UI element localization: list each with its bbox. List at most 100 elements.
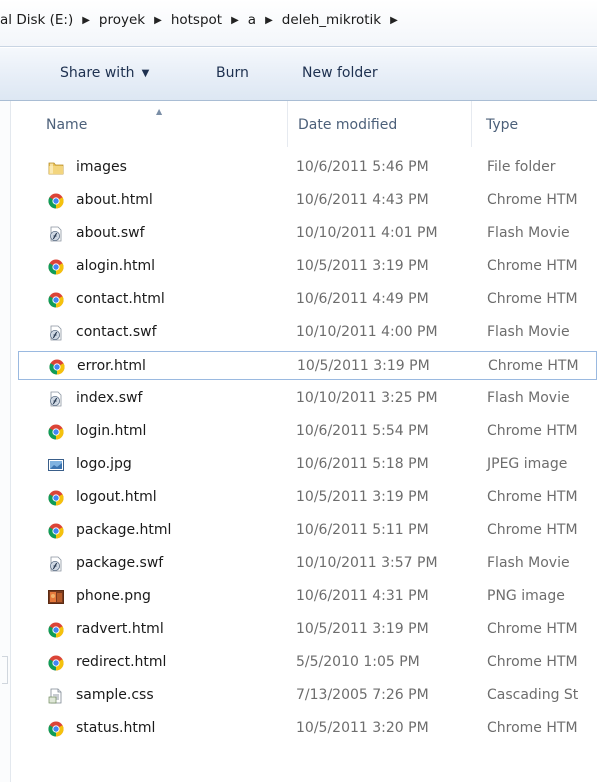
breadcrumb-arrow-icon[interactable]: ▶ — [82, 15, 90, 26]
breadcrumb-item-hotspot[interactable]: hotspot — [171, 12, 222, 28]
flash-icon — [48, 391, 64, 407]
file-type: Chrome HTM — [487, 423, 578, 439]
file-type: Flash Movie — [487, 555, 570, 571]
file-row-index-swf[interactable]: index.swf 10/10/2011 3:25 PM Flash Movie — [18, 384, 597, 413]
breadcrumb-item-drive[interactable]: al Disk (E:) — [0, 12, 73, 28]
address-bar[interactable]: al Disk (E:) ▶ proyek ▶ hotspot ▶ a ▶ deleh_mikr… — [0, 0, 597, 47]
file-name: about.swf — [76, 225, 145, 241]
file-row-sample-css[interactable]: sample.css 7/13/2005 7:26 PM Cascading St — [18, 681, 597, 710]
file-date-modified: 10/10/2011 4:01 PM — [296, 225, 438, 241]
column-header-name-label: Name — [46, 117, 88, 133]
breadcrumb-item-deleh-mikrotik[interactable]: deleh_mikrotik — [282, 12, 381, 28]
chrome-icon — [48, 424, 64, 440]
file-row-redirect-html[interactable]: redirect.html 5/5/2010 1:05 PM Chrome HTM — [18, 648, 597, 677]
file-date-modified: 10/5/2011 3:19 PM — [296, 621, 429, 637]
file-row-login-html[interactable]: login.html 10/6/2011 5:54 PM Chrome HTM — [18, 417, 597, 446]
file-name: alogin.html — [76, 258, 156, 274]
share-with-button[interactable]: Share with ▼ — [60, 65, 149, 81]
file-row-phone-png[interactable]: phone.png 10/6/2011 4:31 PM PNG image — [18, 582, 597, 611]
file-row-images[interactable]: images 10/6/2011 5:46 PM File folder — [18, 153, 597, 182]
flash-icon — [48, 556, 64, 572]
file-date-modified: 10/6/2011 5:11 PM — [296, 522, 429, 538]
file-row-radvert-html[interactable]: radvert.html 10/5/2011 3:19 PM Chrome HTM — [18, 615, 597, 644]
pane-splitter[interactable] — [2, 656, 8, 684]
file-name: redirect.html — [76, 654, 167, 670]
navigation-pane-edge[interactable] — [0, 101, 11, 782]
file-type: PNG image — [487, 588, 565, 604]
file-row-alogin-html[interactable]: alogin.html 10/5/2011 3:19 PM Chrome HTM — [18, 252, 597, 281]
file-name: phone.png — [76, 588, 151, 604]
breadcrumb-arrow-icon[interactable]: ▶ — [390, 15, 398, 26]
chrome-icon — [48, 523, 64, 539]
chrome-icon — [48, 193, 64, 209]
file-date-modified: 10/6/2011 5:46 PM — [296, 159, 429, 175]
column-header-type[interactable]: Type — [472, 101, 597, 147]
column-header-date-label: Date modified — [298, 117, 398, 133]
file-name: contact.html — [76, 291, 165, 307]
chrome-icon — [48, 292, 64, 308]
file-row-package-html[interactable]: package.html 10/6/2011 5:11 PM Chrome HTM — [18, 516, 597, 545]
breadcrumb: al Disk (E:) ▶ proyek ▶ hotspot ▶ a ▶ deleh_mikr… — [0, 12, 407, 28]
file-type: Chrome HTM — [487, 489, 578, 505]
share-with-label: Share with — [60, 65, 135, 81]
column-header-date-modified[interactable]: Date modified — [288, 101, 472, 147]
burn-button[interactable]: Burn — [216, 65, 249, 81]
file-row-about-swf[interactable]: about.swf 10/10/2011 4:01 PM Flash Movie — [18, 219, 597, 248]
file-date-modified: 10/6/2011 4:43 PM — [296, 192, 429, 208]
breadcrumb-arrow-icon[interactable]: ▶ — [154, 15, 162, 26]
flash-icon — [48, 226, 64, 242]
flash-icon — [48, 325, 64, 341]
breadcrumb-item-a[interactable]: a — [248, 12, 256, 28]
file-type: Chrome HTM — [487, 621, 578, 637]
file-date-modified: 10/10/2011 4:00 PM — [296, 324, 438, 340]
file-type: Flash Movie — [487, 324, 570, 340]
file-row-logout-html[interactable]: logout.html 10/5/2011 3:19 PM Chrome HTM — [18, 483, 597, 512]
file-type: Flash Movie — [487, 225, 570, 241]
file-type: Cascading St — [487, 687, 579, 703]
column-header-name[interactable]: ▲ Name — [10, 101, 288, 147]
file-name: status.html — [76, 720, 156, 736]
file-row-contact-html[interactable]: contact.html 10/6/2011 4:49 PM Chrome HTM — [18, 285, 597, 314]
file-type: Chrome HTM — [488, 358, 579, 374]
file-row-logo-jpg[interactable]: logo.jpg 10/6/2011 5:18 PM JPEG image — [18, 450, 597, 479]
folder-icon — [48, 160, 64, 176]
file-date-modified: 7/13/2005 7:26 PM — [296, 687, 429, 703]
file-row-contact-swf[interactable]: contact.swf 10/10/2011 4:00 PM Flash Movie — [18, 318, 597, 347]
breadcrumb-item-proyek[interactable]: proyek — [99, 12, 145, 28]
chrome-icon — [48, 490, 64, 506]
file-date-modified: 10/6/2011 4:49 PM — [296, 291, 429, 307]
file-type: Flash Movie — [487, 390, 570, 406]
breadcrumb-arrow-icon[interactable]: ▶ — [231, 15, 239, 26]
file-type: JPEG image — [487, 456, 568, 472]
file-date-modified: 10/6/2011 5:54 PM — [296, 423, 429, 439]
file-row-about-html[interactable]: about.html 10/6/2011 4:43 PM Chrome HTM — [18, 186, 597, 215]
file-name: login.html — [76, 423, 147, 439]
file-row-status-html[interactable]: status.html 10/5/2011 3:20 PM Chrome HTM — [18, 714, 597, 743]
column-header-type-label: Type — [486, 117, 519, 133]
file-name: error.html — [77, 358, 146, 374]
file-date-modified: 10/5/2011 3:19 PM — [296, 258, 429, 274]
png-image-icon — [48, 589, 64, 605]
file-name: logo.jpg — [76, 456, 132, 472]
file-type: File folder — [487, 159, 556, 175]
breadcrumb-arrow-icon[interactable]: ▶ — [265, 15, 273, 26]
file-row-error-html[interactable]: error.html 10/5/2011 3:19 PM Chrome HTM — [18, 351, 597, 380]
file-date-modified: 10/5/2011 3:19 PM — [297, 358, 430, 374]
file-row-package-swf[interactable]: package.swf 10/10/2011 3:57 PM Flash Movie — [18, 549, 597, 578]
file-type: Chrome HTM — [487, 720, 578, 736]
file-name: index.swf — [76, 390, 143, 406]
file-name: contact.swf — [76, 324, 157, 340]
file-type: Chrome HTM — [487, 192, 578, 208]
chrome-icon — [48, 655, 64, 671]
file-name: sample.css — [76, 687, 154, 703]
command-toolbar: Share with ▼ Burn New folder — [0, 48, 597, 101]
chrome-icon — [48, 259, 64, 275]
chrome-icon — [49, 359, 65, 375]
jpeg-image-icon — [48, 457, 64, 473]
css-file-icon — [48, 688, 64, 704]
chevron-down-icon: ▼ — [141, 68, 150, 79]
file-type: Chrome HTM — [487, 258, 578, 274]
file-name: images — [76, 159, 127, 175]
new-folder-button[interactable]: New folder — [302, 65, 378, 81]
file-date-modified: 10/5/2011 3:20 PM — [296, 720, 429, 736]
